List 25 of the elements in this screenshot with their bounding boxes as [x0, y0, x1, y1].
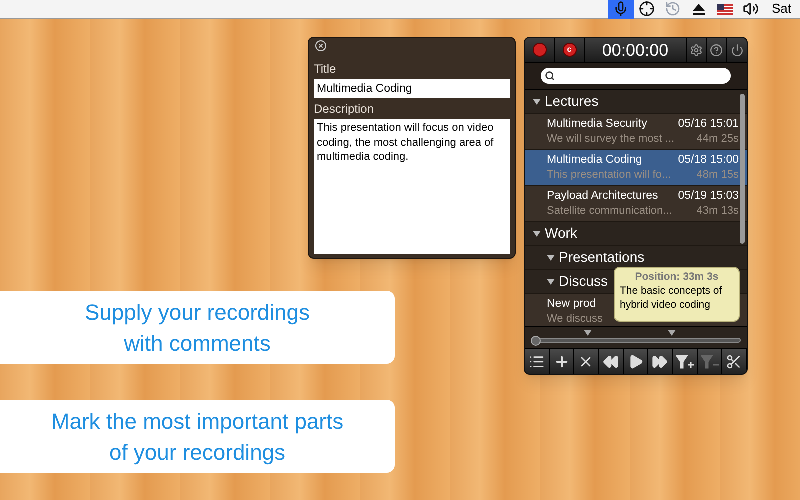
recording-duration: 43m 13s: [696, 204, 739, 219]
recording-summary: We discuss: [547, 312, 604, 326]
tooltip-heading: Position: 33m 3s: [634, 270, 720, 284]
group-label: Presentations: [559, 248, 645, 267]
field-label: Title: [314, 61, 338, 77]
recording-date: 05/16 15:01: [678, 117, 739, 132]
recording-summary: Satellite communication...: [547, 204, 672, 219]
field-label: Description: [314, 101, 376, 117]
group-label: Work: [545, 224, 578, 243]
recording-date: 05/19 15:03: [678, 189, 739, 204]
timer: 00:00:00: [585, 38, 687, 62]
recording-summary: We will survey the most ...: [547, 132, 675, 147]
recording-duration: 44m 25s: [696, 132, 739, 147]
tooltip-text: The basic concepts of hybrid video coding: [620, 284, 724, 312]
callout-banner: Supply your recordings with comments: [0, 291, 395, 364]
recording-summary: This presentation will fo...: [547, 168, 672, 183]
recording-date: 05/18 15:00: [678, 153, 739, 168]
recording-title: Multimedia Coding: [547, 153, 642, 168]
callout-banner: Mark the most important parts of your recordings: [0, 400, 395, 473]
recording-duration: 48m 15s: [696, 168, 739, 183]
recording-title: New prod: [547, 297, 596, 312]
group-label: Discuss: [559, 272, 608, 291]
group-label: Lectures: [545, 92, 599, 111]
recording-title: Multimedia Security: [547, 117, 648, 132]
recording-title: Payload Architectures: [547, 189, 658, 204]
